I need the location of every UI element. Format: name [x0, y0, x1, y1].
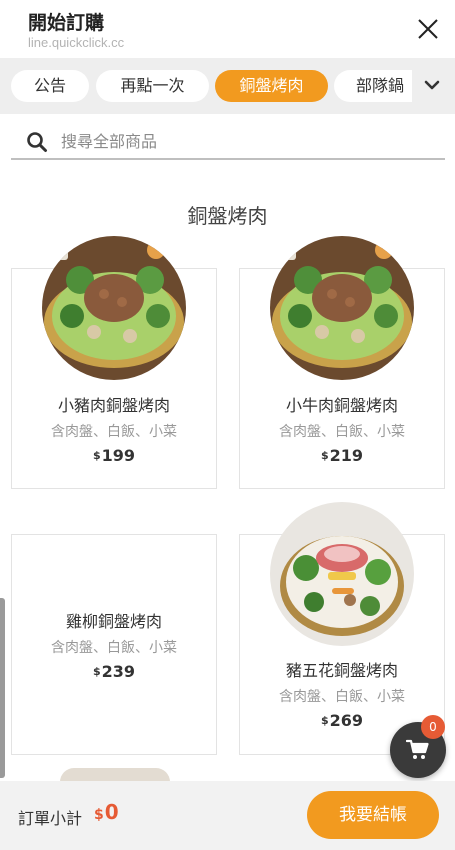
page-title: 開始訂購	[28, 12, 105, 34]
bottom-bar: 訂單小計 $0 我要結帳	[0, 781, 455, 850]
header: 開始訂購 line.quickclick.cc	[0, 0, 455, 58]
product-price: $219	[320, 446, 364, 465]
search-icon	[27, 132, 47, 152]
chevron-down-icon	[424, 80, 440, 90]
product-name: 雞柳銅盤烤肉	[65, 612, 162, 631]
site-url: line.quickclick.cc	[28, 35, 125, 50]
search-bar	[11, 124, 445, 160]
tab-announcement[interactable]: 公告	[11, 70, 89, 102]
product-name: 豬五花銅盤烤肉	[285, 661, 398, 680]
scroll-indicator	[0, 598, 5, 778]
section-title: 銅盤烤肉	[187, 204, 268, 228]
product-desc: 含肉盤、白飯、小菜	[279, 424, 405, 440]
product-desc: 含肉盤、白飯、小菜	[51, 424, 177, 440]
cart-icon	[406, 739, 429, 759]
product-name: 小豬肉銅盤烤肉	[57, 396, 170, 415]
cart-count-badge: 0	[421, 715, 445, 739]
product-image[interactable]	[270, 236, 414, 380]
product-desc: 含肉盤、白飯、小菜	[51, 640, 177, 656]
subtotal-label: 訂單小計	[18, 809, 83, 828]
category-tabs: 公告 再點一次 銅盤烤肉 部隊鍋	[0, 58, 455, 114]
product-name: 小牛肉銅盤烤肉	[285, 396, 398, 415]
tab-reorder[interactable]: 再點一次	[96, 70, 209, 102]
search-input[interactable]	[61, 126, 431, 156]
product-desc: 含肉盤、白飯、小菜	[279, 689, 405, 705]
product-image[interactable]	[270, 502, 414, 646]
product-price: $239	[92, 662, 136, 681]
subtotal-value: $0	[94, 800, 119, 824]
product-price: $199	[92, 446, 136, 465]
tab-copper-bbq[interactable]: 銅盤烤肉	[215, 70, 328, 102]
product-image-partial	[60, 768, 170, 782]
checkout-button[interactable]: 我要結帳	[307, 791, 439, 839]
close-icon[interactable]	[417, 18, 439, 40]
product-image[interactable]	[42, 236, 186, 380]
tab-more-button[interactable]	[412, 58, 455, 114]
product-card[interactable]: 雞柳銅盤烤肉 含肉盤、白飯、小菜 $239	[11, 534, 217, 755]
